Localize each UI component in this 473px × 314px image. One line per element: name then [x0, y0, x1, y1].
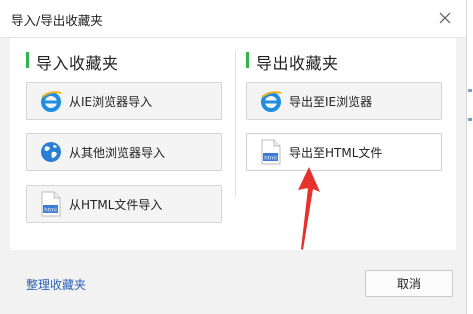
button-label: 从HTML文件导入: [69, 197, 163, 212]
globe-icon: [33, 134, 69, 170]
manage-favorites-link[interactable]: 整理收藏夹: [26, 276, 86, 293]
html-file-icon-text: html: [44, 208, 57, 214]
section-divider: [235, 50, 236, 198]
import-from-html-button[interactable]: html 从HTML文件导入: [26, 185, 222, 223]
content-panel: 导入收藏夹 从IE浏览器导入 从其他浏览器导入 html 从HTML文件导入 导…: [10, 38, 456, 250]
export-section-title: 导出收藏夹: [246, 50, 339, 74]
button-label: 从其他浏览器导入: [69, 145, 166, 160]
html-file-icon-text: html: [264, 156, 277, 162]
cancel-button[interactable]: 取消: [365, 270, 453, 297]
background-window-edge: [466, 0, 473, 314]
export-to-ie-button[interactable]: 导出至IE浏览器: [246, 82, 442, 120]
ie-icon: [33, 83, 69, 119]
title-bar: 导入/导出收藏夹: [0, 0, 466, 38]
button-label: 导出至IE浏览器: [289, 94, 373, 109]
background-mark: [468, 89, 472, 92]
html-file-icon: html: [33, 186, 69, 222]
import-from-ie-button[interactable]: 从IE浏览器导入: [26, 82, 222, 120]
button-label: 导出至HTML文件: [289, 145, 383, 160]
background-mark: [468, 118, 472, 121]
import-from-other-browser-button[interactable]: 从其他浏览器导入: [26, 133, 222, 171]
html-file-icon: html: [253, 134, 289, 170]
button-label: 从IE浏览器导入: [69, 94, 153, 109]
import-section-title: 导入收藏夹: [26, 50, 119, 74]
close-icon: [439, 12, 451, 24]
import-export-dialog: 导入/导出收藏夹 导入收藏夹 从IE浏览器导入 从其他浏览器导入 html 从H…: [0, 0, 466, 312]
export-to-html-button[interactable]: html 导出至HTML文件: [246, 133, 442, 171]
dialog-title: 导入/导出收藏夹: [11, 13, 103, 28]
red-arrow-annotation: [298, 167, 320, 250]
ie-icon: [253, 83, 289, 119]
close-button[interactable]: [432, 6, 458, 30]
